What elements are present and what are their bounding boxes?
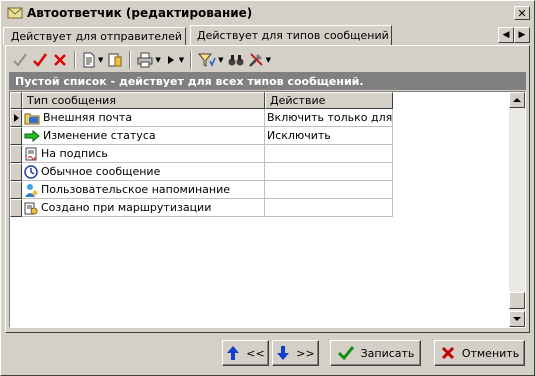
info-bar-text: Пустой список - действует для всех типов…	[15, 74, 364, 88]
tab-message-types-label: Действует для типов сообщений	[197, 29, 389, 42]
chevron-down-icon: ▼	[98, 56, 104, 64]
table-row[interactable]: На подпись	[10, 145, 393, 163]
row-indicator	[10, 163, 22, 181]
row-indicator	[10, 109, 22, 127]
tab-senders[interactable]: Действует для отправителей	[3, 27, 186, 45]
filter-icon	[198, 53, 216, 67]
clock-message-icon	[24, 164, 38, 179]
toolbar: ▼ ▼ ▼ ▼ ▼	[10, 49, 273, 71]
check-red-icon	[33, 53, 48, 67]
cell-action[interactable]: Включить только для	[265, 109, 393, 127]
tab-scroll-right-button[interactable]: ▶	[514, 27, 530, 43]
cross-red-icon	[441, 346, 454, 360]
properties-button[interactable]	[105, 50, 125, 70]
arrow-down-icon	[513, 317, 521, 321]
routing-icon	[24, 202, 38, 214]
window-title: Автоответчик (редактирование)	[27, 6, 253, 20]
chevron-down-icon: ▼	[178, 56, 185, 64]
cell-type[interactable]: На подпись	[22, 145, 265, 163]
check-red-button[interactable]	[30, 50, 50, 70]
info-bar: Пустой список - действует для всех типов…	[9, 72, 526, 90]
table-row[interactable]: Пользовательское напоминание	[10, 181, 393, 199]
tab-scroll-left-button[interactable]: ◀	[498, 27, 514, 43]
check-gray-button[interactable]	[10, 50, 30, 70]
person-reminder-icon	[25, 183, 38, 197]
cross-icon	[54, 54, 66, 66]
tab-scroll-buttons: ◀ ▶	[498, 27, 530, 43]
cell-type[interactable]: Создано при маршрутизации	[22, 199, 265, 217]
row-indicator	[10, 127, 22, 145]
toolbar-separator	[190, 51, 193, 69]
document-icon	[83, 52, 95, 68]
scroll-down-button[interactable]	[509, 311, 525, 327]
grid-header-indicator	[10, 92, 22, 109]
arrow-down-blue-icon	[277, 346, 290, 360]
message-types-grid: Тип сообщения Действие Внешняя почта Вкл…	[9, 91, 526, 328]
cell-type[interactable]: Внешняя почта	[22, 109, 265, 127]
tab-panel: ▼ ▼ ▼ ▼ ▼ Пустой список - действует для …	[5, 45, 530, 333]
binoculars-icon	[228, 55, 244, 66]
user-icon	[7, 36, 8, 37]
table-row[interactable]: Изменение статуса Исключить	[10, 127, 393, 145]
cell-type[interactable]: Пользовательское напоминание	[22, 181, 265, 199]
row-indicator	[10, 145, 22, 163]
green-arrow-icon	[24, 129, 40, 142]
sign-document-icon	[25, 147, 37, 160]
cell-action[interactable]: Исключить	[265, 127, 393, 145]
grid-header: Тип сообщения Действие	[10, 92, 393, 109]
toolbar-separator	[129, 51, 132, 69]
check-green-icon	[337, 346, 354, 361]
table-row[interactable]: Внешняя почта Включить только для	[10, 109, 393, 127]
print-menu-button[interactable]: ▼	[135, 50, 162, 70]
current-row-icon	[14, 114, 19, 122]
cell-type[interactable]: Изменение статуса	[22, 127, 265, 145]
toolbar-separator	[74, 51, 76, 69]
tools-menu-button[interactable]: ▼	[246, 50, 273, 70]
move-down-button[interactable]: >>	[272, 340, 319, 366]
printer-icon	[137, 52, 153, 68]
close-icon: ✕	[517, 6, 527, 20]
delete-button[interactable]	[50, 50, 70, 70]
run-menu-button[interactable]: ▼	[163, 50, 186, 70]
tools-icon	[248, 53, 263, 67]
scroll-thumb[interactable]	[509, 292, 525, 309]
cancel-button[interactable]: Отменить	[434, 340, 525, 366]
filter-menu-button[interactable]: ▼	[196, 50, 225, 70]
cell-action[interactable]	[265, 145, 393, 163]
cell-action[interactable]	[265, 163, 393, 181]
document-menu-button[interactable]: ▼	[80, 50, 105, 70]
check-icon	[13, 53, 27, 67]
tab-message-types[interactable]: Действует для типов сообщений	[190, 25, 392, 45]
row-indicator	[10, 181, 22, 199]
vertical-scrollbar[interactable]	[509, 92, 525, 327]
cell-type[interactable]: Обычное сообщение	[22, 163, 265, 181]
cell-action[interactable]	[265, 181, 393, 199]
find-button[interactable]	[226, 50, 246, 70]
chevron-down-icon: ▼	[155, 56, 161, 64]
close-button[interactable]: ✕	[514, 6, 530, 20]
cell-action[interactable]	[265, 199, 393, 217]
tab-senders-label: Действует для отправителей	[10, 30, 182, 43]
save-button[interactable]: Записать	[330, 340, 421, 366]
play-icon	[167, 56, 174, 64]
properties-icon	[108, 53, 122, 67]
autoresponder-window: Автоответчик (редактирование) ✕ Действуе…	[0, 0, 535, 376]
window-icon	[7, 7, 23, 19]
arrow-up-blue-icon	[227, 346, 240, 360]
chevron-down-icon: ▼	[218, 56, 224, 64]
row-indicator	[10, 199, 22, 217]
move-up-button[interactable]: <<	[222, 340, 269, 366]
column-header-action[interactable]: Действие	[265, 92, 393, 109]
arrow-up-icon	[513, 98, 521, 102]
tab-strip: Действует для отправителей Действует для…	[3, 25, 532, 45]
title-bar: Автоответчик (редактирование) ✕	[3, 3, 532, 23]
table-row[interactable]: Обычное сообщение	[10, 163, 393, 181]
table-row[interactable]: Создано при маршрутизации	[10, 199, 393, 217]
scroll-up-button[interactable]	[509, 92, 525, 108]
chevron-down-icon: ▼	[265, 56, 271, 64]
column-header-type[interactable]: Тип сообщения	[22, 92, 265, 109]
folder-mail-icon	[24, 113, 40, 124]
